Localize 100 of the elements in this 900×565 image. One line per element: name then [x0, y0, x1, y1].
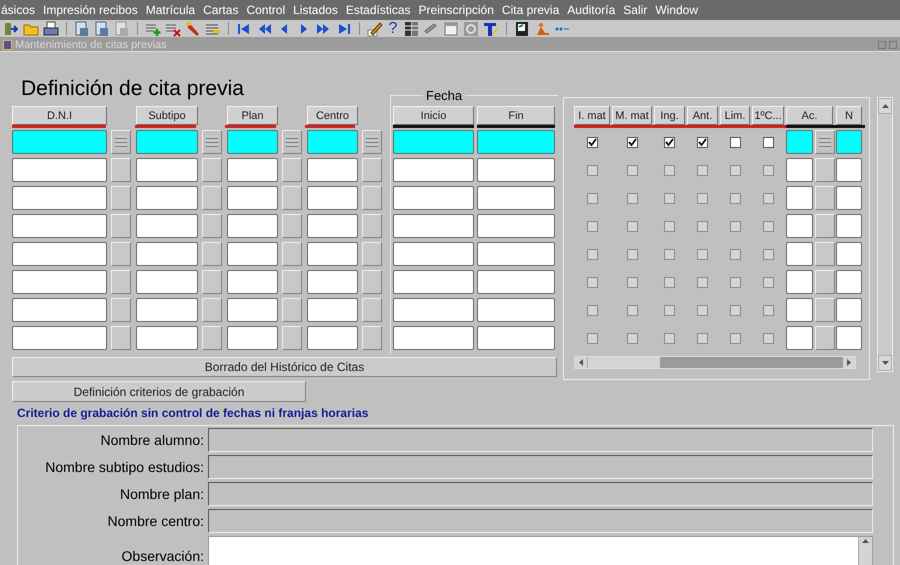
checkbox[interactable] [664, 304, 675, 316]
checkbox[interactable] [586, 332, 598, 344]
input-field[interactable] [836, 186, 862, 210]
list-button[interactable] [282, 158, 302, 182]
criteria-button[interactable]: Definición criterios de grabación [12, 381, 306, 402]
input-field[interactable] [307, 242, 358, 266]
checkbox[interactable] [586, 136, 598, 148]
input-field[interactable] [208, 428, 873, 452]
checkbox[interactable] [626, 164, 638, 176]
date-field[interactable] [393, 326, 474, 350]
checkbox[interactable] [762, 136, 774, 148]
calendar-icon[interactable] [443, 20, 459, 36]
menu-item[interactable]: ásicos [0, 3, 40, 17]
list-button[interactable] [815, 186, 835, 210]
marker-icon[interactable] [185, 20, 201, 36]
input-field[interactable] [136, 242, 198, 266]
help-button[interactable]: ? [387, 20, 399, 36]
checkbox[interactable] [697, 276, 708, 288]
input-field[interactable] [12, 298, 107, 322]
input-field[interactable] [786, 130, 813, 154]
list-button[interactable] [111, 298, 131, 322]
checkbox[interactable] [697, 136, 708, 148]
list-button[interactable] [282, 326, 302, 350]
menu-item[interactable]: Estadísticas [342, 3, 415, 17]
input-field[interactable] [227, 158, 278, 182]
input-field[interactable] [307, 270, 358, 294]
input-field[interactable] [836, 326, 862, 350]
document-icon[interactable] [94, 20, 110, 36]
date-field[interactable] [393, 186, 474, 210]
column-header[interactable]: Subtipo [136, 106, 198, 125]
list-button[interactable] [815, 130, 835, 154]
input-field[interactable] [12, 130, 107, 154]
checkbox[interactable] [664, 248, 675, 260]
input-field[interactable] [307, 186, 358, 210]
input-field[interactable] [12, 214, 107, 238]
column-header[interactable]: Inicio [393, 106, 474, 125]
input-field[interactable] [307, 130, 358, 154]
list-button[interactable] [815, 158, 835, 182]
column-header[interactable]: I. mat [574, 106, 610, 125]
input-field[interactable] [786, 270, 813, 294]
menu-item[interactable]: Control [242, 3, 290, 17]
menu-item[interactable]: Preinscripción [414, 3, 498, 17]
list-button[interactable] [282, 270, 302, 294]
input-field[interactable] [227, 186, 278, 210]
input-field[interactable] [136, 130, 198, 154]
date-field[interactable] [393, 242, 474, 266]
list-button[interactable] [282, 298, 302, 322]
list-button[interactable] [202, 326, 222, 350]
input-field[interactable] [786, 214, 813, 238]
checkbox[interactable] [586, 164, 598, 176]
column-header[interactable]: Fin [477, 106, 555, 125]
checkbox[interactable] [730, 220, 740, 232]
checkbox[interactable] [626, 248, 638, 260]
checkbox[interactable] [626, 192, 638, 204]
list-button[interactable] [282, 242, 302, 266]
delete-history-button[interactable]: Borrado del Histórico de Citas [12, 357, 557, 377]
exit-icon[interactable] [3, 20, 19, 36]
input-field[interactable] [786, 186, 813, 210]
list-button[interactable] [362, 214, 382, 238]
input-field[interactable] [227, 270, 278, 294]
checkbox[interactable] [762, 220, 774, 232]
checkbox[interactable] [762, 304, 774, 316]
input-field[interactable] [208, 482, 873, 506]
input-field[interactable] [227, 242, 278, 266]
menu-item[interactable]: Matrícula [142, 3, 200, 17]
list-button[interactable] [111, 158, 131, 182]
list-button[interactable] [202, 130, 222, 154]
list-button[interactable] [202, 242, 222, 266]
input-field[interactable] [227, 298, 278, 322]
input-field[interactable] [836, 130, 862, 154]
checkbox[interactable] [586, 276, 598, 288]
checkbox[interactable] [664, 276, 675, 288]
column-header[interactable]: Plan [227, 106, 278, 125]
list-button[interactable] [362, 186, 382, 210]
checkbox[interactable] [586, 220, 598, 232]
list-button[interactable] [362, 242, 382, 266]
date-field[interactable] [477, 130, 555, 154]
column-header[interactable]: 1ºC... [752, 106, 784, 125]
checkbox[interactable] [730, 276, 740, 288]
input-field[interactable] [208, 509, 873, 533]
checkbox[interactable] [762, 276, 774, 288]
checkbox[interactable] [730, 332, 740, 344]
input-field[interactable] [136, 326, 198, 350]
date-field[interactable] [477, 242, 555, 266]
input-field[interactable] [836, 270, 862, 294]
input-field[interactable] [136, 214, 198, 238]
checkbox[interactable] [626, 304, 638, 316]
list-button[interactable] [202, 186, 222, 210]
checkbox[interactable] [730, 248, 740, 260]
grid-icon[interactable] [403, 20, 419, 36]
date-field[interactable] [393, 130, 474, 154]
date-field[interactable] [477, 298, 555, 322]
input-field[interactable] [836, 158, 862, 182]
checkbox[interactable] [697, 248, 708, 260]
menu-item[interactable]: Cita previa [498, 3, 564, 17]
checkbox[interactable] [697, 332, 708, 344]
list-button[interactable] [282, 214, 302, 238]
date-field[interactable] [393, 214, 474, 238]
list-button[interactable] [362, 298, 382, 322]
list-button[interactable] [815, 270, 835, 294]
